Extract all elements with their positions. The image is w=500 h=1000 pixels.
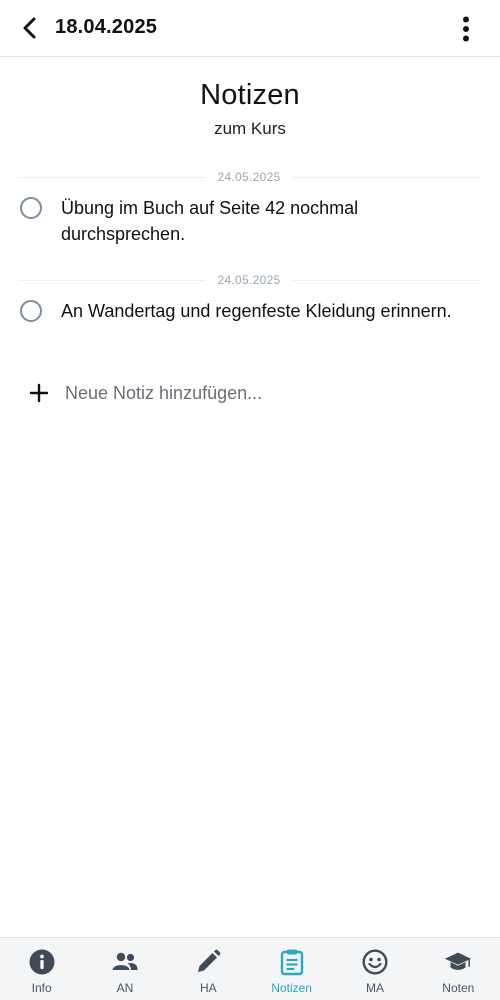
more-menu-button[interactable] bbox=[450, 12, 482, 46]
clipboard-icon bbox=[278, 948, 306, 976]
divider-line bbox=[292, 279, 480, 281]
divider-line bbox=[292, 176, 480, 178]
info-icon bbox=[28, 948, 56, 976]
app: 18.04.2025 Notizen zum Kurs 24.05.2025 Ü… bbox=[0, 0, 500, 1000]
bottom-nav: Info AN HA Notizen MA Noten bbox=[0, 937, 500, 1000]
chevron-left-icon bbox=[23, 17, 36, 39]
pencil-icon bbox=[194, 948, 222, 976]
note-date-divider: 24.05.2025 bbox=[18, 169, 480, 185]
divider-line bbox=[18, 176, 206, 178]
nav-label: Noten bbox=[442, 981, 475, 995]
smiley-icon bbox=[361, 948, 389, 976]
nav-item-noten[interactable]: Noten bbox=[417, 938, 500, 1000]
note-date: 24.05.2025 bbox=[217, 170, 281, 184]
nav-label: Info bbox=[31, 981, 52, 995]
nav-item-notizen[interactable]: Notizen bbox=[250, 938, 333, 1000]
nav-item-ha[interactable]: HA bbox=[167, 938, 250, 1000]
note-date-divider: 24.05.2025 bbox=[18, 272, 480, 288]
more-vertical-icon bbox=[463, 16, 469, 42]
nav-label: MA bbox=[365, 981, 384, 995]
note-item: Übung im Buch auf Seite 42 nochmal durch… bbox=[18, 195, 488, 249]
page-title: Notizen bbox=[200, 79, 300, 111]
divider-line bbox=[18, 279, 206, 281]
nav-label: HA bbox=[199, 981, 217, 995]
people-icon bbox=[111, 948, 139, 976]
add-note-row[interactable] bbox=[27, 378, 467, 408]
plus-icon[interactable] bbox=[27, 381, 51, 405]
back-button[interactable] bbox=[14, 12, 46, 44]
page-subtitle: zum Kurs bbox=[214, 119, 286, 138]
add-note-input[interactable] bbox=[65, 382, 445, 404]
note-checkbox[interactable] bbox=[20, 300, 42, 322]
nav-label: AN bbox=[116, 981, 134, 995]
graduation-cap-icon bbox=[444, 948, 472, 976]
nav-item-an[interactable]: AN bbox=[83, 938, 166, 1000]
nav-item-ma[interactable]: MA bbox=[333, 938, 416, 1000]
header-date: 18.04.2025 bbox=[55, 16, 158, 38]
nav-label: Notizen bbox=[271, 981, 312, 995]
note-date: 24.05.2025 bbox=[217, 273, 281, 287]
note-item: An Wandertag und regenfeste Kleidung eri… bbox=[18, 298, 488, 326]
top-bar: 18.04.2025 bbox=[0, 0, 500, 57]
note-text[interactable]: An Wandertag und regenfeste Kleidung eri… bbox=[61, 298, 486, 324]
note-text[interactable]: Übung im Buch auf Seite 42 nochmal durch… bbox=[61, 195, 486, 247]
nav-item-info[interactable]: Info bbox=[0, 938, 83, 1000]
note-checkbox[interactable] bbox=[20, 197, 42, 219]
